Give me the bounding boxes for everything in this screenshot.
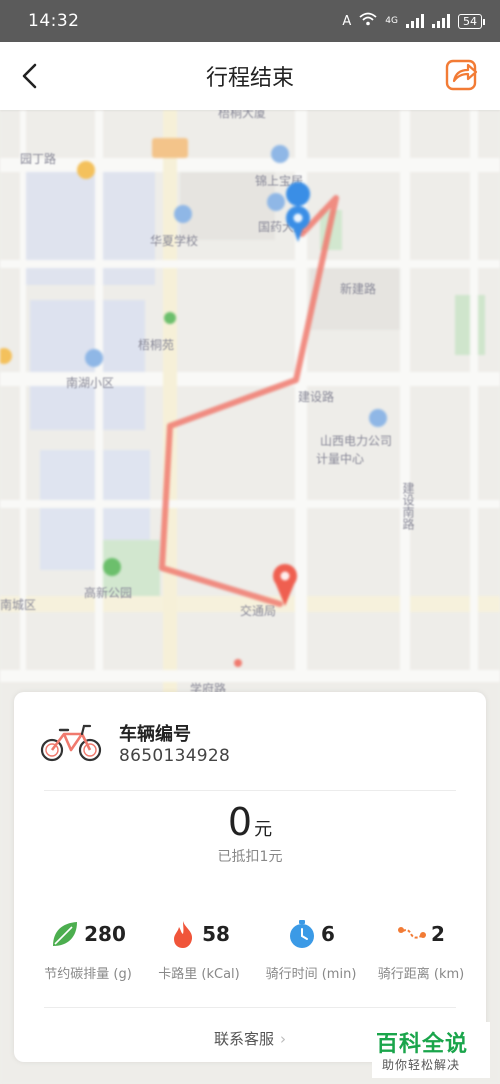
carbon-value: 280	[84, 922, 126, 946]
stat-distance: 2 骑行距离 (km)	[362, 917, 480, 982]
end-pin-icon	[273, 564, 297, 606]
signal-icon	[406, 14, 424, 28]
trip-stats: 280 节约碳排量 (g) 58 卡路里 (kCal) 6 骑行时间 (min)…	[14, 917, 486, 987]
fare-amount: 0	[227, 800, 253, 844]
flame-icon	[174, 921, 193, 948]
divider	[44, 790, 456, 791]
divider	[44, 1007, 456, 1008]
stat-duration: 6 骑行时间 (min)	[252, 917, 370, 982]
share-icon	[445, 59, 478, 91]
wifi-icon	[359, 12, 377, 30]
contact-support-label: 联系客服	[213, 1030, 274, 1048]
battery-icon: 54	[458, 13, 485, 29]
status-bar: 14:32 A 4G 54	[0, 0, 500, 42]
carbon-label: 节约碳排量 (g)	[44, 967, 132, 982]
network-label: 4G	[385, 16, 398, 26]
fare-section: 0元 已抵扣1元	[14, 800, 486, 866]
trip-summary-card: 车辆编号 8650134928 0元 已抵扣1元 280 节约碳排量 (g) 5…	[14, 692, 486, 1062]
route-icon	[398, 927, 427, 939]
fare-unit: 元	[254, 819, 273, 840]
status-time: 14:32	[28, 11, 80, 31]
watermark-subtitle: 助你轻松解决	[382, 1058, 461, 1072]
watermark-title: 百科全说	[376, 1032, 469, 1057]
signal-icon-2	[432, 14, 450, 28]
calories-label: 卡路里 (kCal)	[158, 967, 240, 982]
calories-value: 58	[202, 922, 230, 946]
distance-label: 骑行距离 (km)	[377, 967, 465, 982]
location-icon: A	[342, 13, 352, 29]
status-icons: A 4G 54	[342, 12, 485, 30]
share-button[interactable]	[444, 56, 484, 96]
back-button[interactable]	[10, 56, 50, 96]
vehicle-info: 车辆编号 8650134928	[14, 706, 486, 776]
vehicle-number: 8650134928	[119, 746, 231, 766]
stopwatch-icon	[290, 920, 315, 948]
discount-note: 已抵扣1元	[217, 849, 283, 865]
leaf-icon	[53, 922, 78, 946]
top-nav-bar: 行程结束	[0, 42, 500, 110]
duration-label: 骑行时间 (min)	[265, 967, 357, 982]
stat-calories: 58 卡路里 (kCal)	[140, 917, 258, 982]
route-line	[159, 195, 339, 607]
vehicle-number-label: 车辆编号	[119, 724, 191, 745]
distance-value: 2	[431, 922, 445, 946]
page-title: 行程结束	[205, 66, 294, 91]
bicycle-icon	[40, 724, 102, 762]
duration-value: 6	[321, 922, 335, 946]
back-arrow-icon	[22, 63, 37, 89]
watermark: 百科全说 助你轻松解决	[372, 1022, 490, 1078]
stat-carbon: 280 节约碳排量 (g)	[29, 917, 147, 982]
chevron-right-icon: ›	[280, 1030, 286, 1048]
